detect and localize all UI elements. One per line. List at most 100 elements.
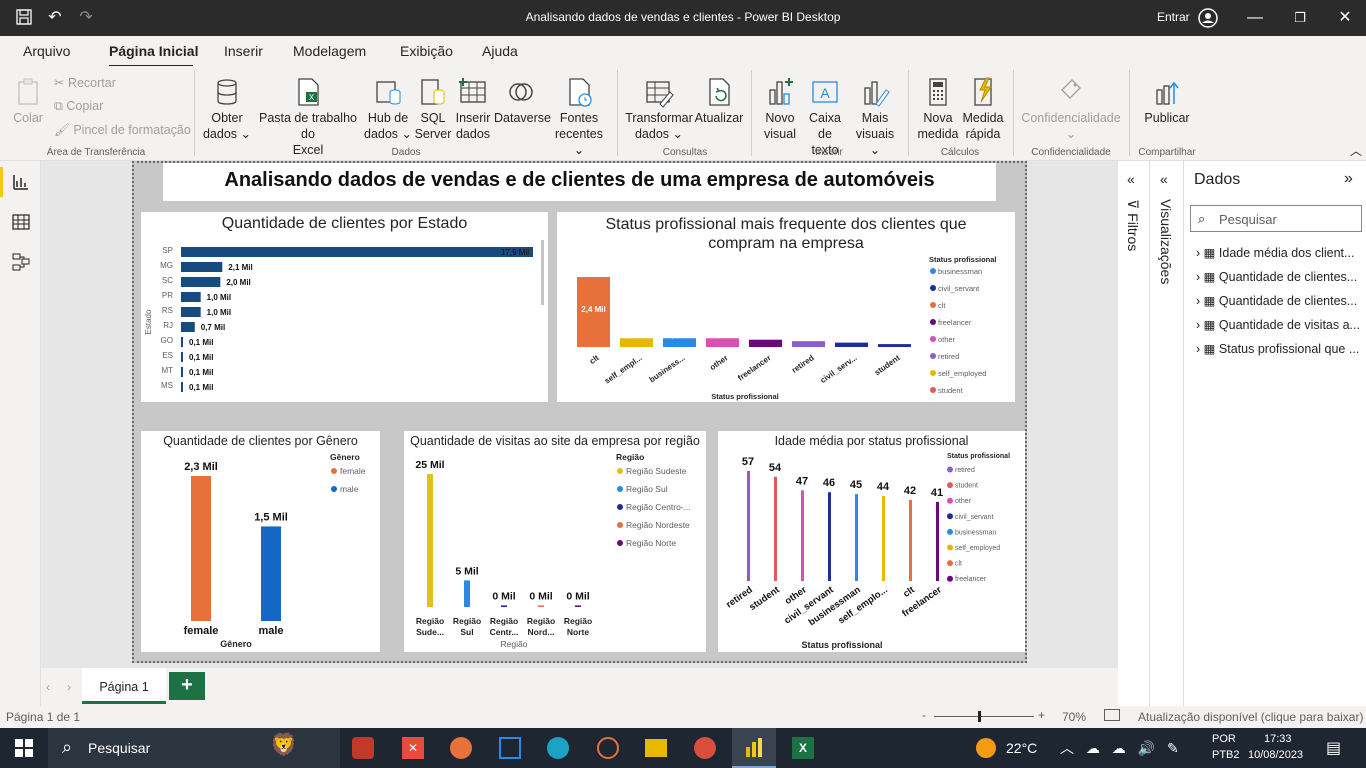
update-available[interactable]: Atualização disponível (clique para baix… xyxy=(1138,710,1363,724)
page-tab[interactable]: Página 1 xyxy=(82,668,166,704)
restore-icon[interactable]: ❐ xyxy=(1290,8,1310,28)
legend-label: self_employed xyxy=(955,545,1000,552)
refresh-button[interactable]: Atualizar xyxy=(692,76,746,126)
menu-modeling[interactable]: Modelagem xyxy=(293,43,366,59)
legend-label: other xyxy=(955,498,972,505)
tick-label: student xyxy=(747,584,782,613)
next-page-icon[interactable]: › xyxy=(67,680,71,694)
legend-label: civil_servant xyxy=(955,514,994,521)
text-box-button[interactable]: A Caixa de texto xyxy=(802,76,848,158)
firefox-icon[interactable] xyxy=(450,737,472,759)
tray-icons[interactable]: ︿ ☁ ☁ 🔊 ✎ xyxy=(1060,738,1183,758)
tick-label: GO xyxy=(161,336,173,345)
table-view-icon[interactable] xyxy=(12,213,30,234)
data-table-item[interactable]: › ▦ Quantidade de clientes... xyxy=(1196,293,1357,308)
notifications-icon[interactable]: ▤ xyxy=(1326,738,1341,758)
report-title-box[interactable]: Analisando dados de vendas e de clientes… xyxy=(163,163,996,201)
data-label: 45 xyxy=(850,479,862,491)
visual-clients-by-state[interactable]: Quantidade de clientes por Estado Estado… xyxy=(141,212,548,402)
sql-server-button[interactable]: SQL Server xyxy=(414,76,452,142)
lion-icon: 🦁 xyxy=(270,732,298,757)
quick-measure-button[interactable]: Medida rápida xyxy=(960,76,1006,142)
prev-page-icon[interactable]: ‹ xyxy=(46,680,50,694)
legend-title: Status profissional xyxy=(929,255,997,264)
y-axis-title: Estado xyxy=(144,309,153,334)
keyboard-layout[interactable]: PTB2 xyxy=(1212,749,1240,761)
group-queries: Consultas xyxy=(662,147,708,158)
zoom-slider[interactable] xyxy=(934,716,1034,717)
model-view-icon[interactable] xyxy=(12,253,30,274)
minimize-icon[interactable]: — xyxy=(1245,8,1265,28)
language[interactable]: POR xyxy=(1212,733,1236,745)
data-table-item[interactable]: › ▦ Quantidade de clientes... xyxy=(1196,269,1357,284)
data-table-item[interactable]: › ▦ Idade média dos client... xyxy=(1196,245,1354,260)
file-explorer-icon[interactable] xyxy=(645,739,667,757)
collapse-vis-icon[interactable]: « xyxy=(1160,171,1168,187)
bar xyxy=(620,338,653,347)
dataverse-button[interactable]: Dataverse xyxy=(494,76,551,126)
excel-button[interactable]: X Pasta de trabalho do Excel xyxy=(252,76,364,158)
menu-help[interactable]: Ajuda xyxy=(482,43,518,59)
clock-date[interactable]: 10/08/2023 xyxy=(1248,749,1303,761)
visual-visits-by-region[interactable]: Quantidade de visitas ao site da empresa… xyxy=(404,431,706,652)
collapse-filters-icon[interactable]: « xyxy=(1127,171,1135,187)
clock-time[interactable]: 17:33 xyxy=(1264,733,1292,745)
refresh-icon xyxy=(709,78,730,106)
filters-pane[interactable]: « ⊽ Filtros xyxy=(1118,161,1150,706)
transform-icon xyxy=(646,81,674,108)
menu-home[interactable]: Página Inicial xyxy=(109,43,198,59)
data-label: 44 xyxy=(877,481,890,493)
visualizations-pane[interactable]: « Visualizações xyxy=(1150,161,1184,706)
signin-button[interactable]: Entrar xyxy=(1157,10,1190,24)
chrome-icon[interactable] xyxy=(694,737,716,759)
menu-insert[interactable]: Inserir xyxy=(224,43,263,59)
taskbar-search[interactable]: ⌕ Pesquisar 🦁 xyxy=(48,728,340,768)
app-icon[interactable] xyxy=(499,737,521,759)
account-icon[interactable] xyxy=(1198,8,1218,28)
screen-recorder-icon[interactable] xyxy=(352,737,374,759)
publish-button[interactable]: Publicar xyxy=(1138,76,1196,126)
more-visuals-button[interactable]: Mais visuais ⌄ xyxy=(850,76,900,158)
weather-icon xyxy=(976,738,996,758)
tick-label: Região xyxy=(416,616,444,626)
transform-data-button[interactable]: Transformar dados ⌄ xyxy=(624,76,694,142)
sensitivity-icon xyxy=(1061,79,1081,99)
recent-sources-icon xyxy=(569,78,592,107)
fit-to-page-icon[interactable] xyxy=(1104,709,1120,721)
data-hub-button[interactable]: Hub de dados ⌄ xyxy=(364,76,412,142)
edge-icon[interactable] xyxy=(547,737,569,759)
visual-clients-by-gender[interactable]: Quantidade de clientes por Gênero 2,3 Mi… xyxy=(141,431,380,652)
collapse-ribbon-icon[interactable]: ︿ xyxy=(1350,142,1362,159)
excel-taskbar-icon[interactable]: X xyxy=(792,737,814,759)
add-page-button[interactable]: + xyxy=(169,672,205,700)
bar-chart-state: Estado SP 17,9 Mil MG 2,1 Mil SC 2,0 Mil PR 1,0 … xyxy=(144,240,544,392)
recent-sources-button[interactable]: Fontes recentes ⌄ xyxy=(550,76,608,158)
visual-age-by-status[interactable]: Idade média por status profissional 57 re… xyxy=(718,431,1025,652)
windows-start-icon[interactable] xyxy=(14,738,34,761)
collapse-data-icon[interactable]: » xyxy=(1344,170,1353,188)
menu-file[interactable]: Arquivo xyxy=(23,43,70,59)
tick-label: ES xyxy=(162,351,173,360)
visual-status-frequency[interactable]: Status profissional mais frequente dos c… xyxy=(557,212,1015,402)
menu-view[interactable]: Exibição xyxy=(400,43,453,59)
legend-marker xyxy=(930,268,936,274)
data-table-item[interactable]: › ▦ Quantidade de visitas a... xyxy=(1196,317,1360,332)
tools-icon[interactable]: ✕ xyxy=(402,737,424,759)
search-input[interactable]: ⌕ Pesquisar xyxy=(1190,205,1362,232)
new-visual-button[interactable]: Novo visual xyxy=(758,76,802,142)
new-measure-button[interactable]: Nova medida xyxy=(914,76,962,142)
scrollbar xyxy=(541,240,544,305)
tick-label: SP xyxy=(162,246,173,255)
data-table-item[interactable]: › ▦ Status profissional que ... xyxy=(1196,341,1359,356)
data-label: 0,1 Mil xyxy=(189,353,213,362)
report-view-icon[interactable] xyxy=(12,173,30,194)
sync-icon[interactable] xyxy=(597,737,619,759)
get-data-button[interactable]: Obter dados ⌄ xyxy=(200,76,254,142)
powerbi-taskbar-button[interactable] xyxy=(732,728,776,768)
zoom-slider-thumb[interactable] xyxy=(978,711,981,722)
zoom-in-button[interactable]: + xyxy=(1038,708,1045,722)
close-icon[interactable]: ✕ xyxy=(1335,8,1355,28)
enter-data-button[interactable]: Inserir dados xyxy=(454,76,492,142)
paste-button: Colar xyxy=(10,76,46,126)
zoom-out-button[interactable]: - xyxy=(922,708,926,722)
